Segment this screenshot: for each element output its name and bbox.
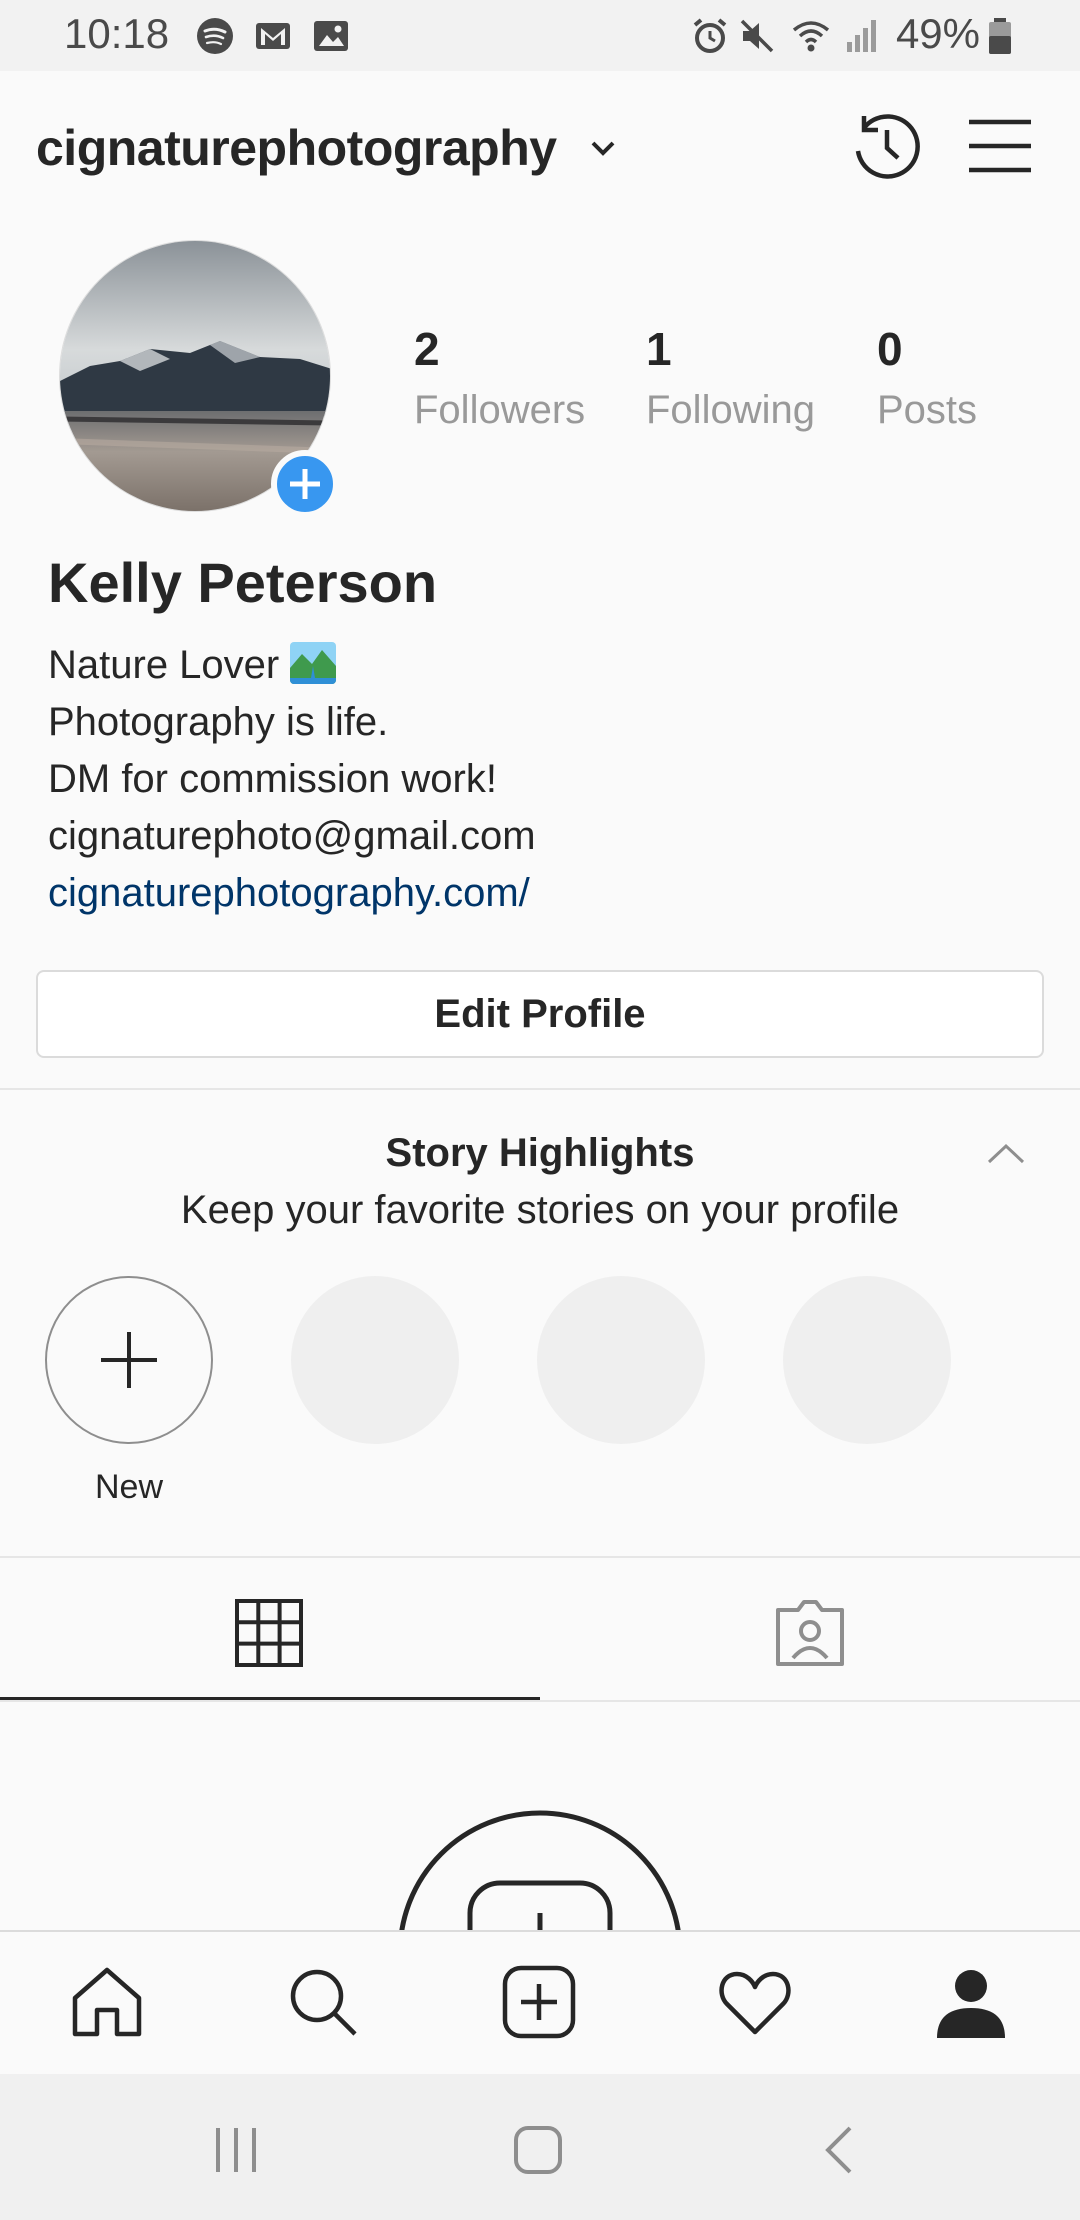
following-stat[interactable]: 1 Following bbox=[646, 322, 815, 433]
spotify-icon bbox=[197, 18, 233, 54]
new-highlight-button[interactable] bbox=[45, 1276, 213, 1444]
edit-profile-button[interactable]: Edit Profile bbox=[36, 970, 1044, 1058]
account-username[interactable]: cignaturephotography bbox=[36, 119, 557, 177]
tab-tagged[interactable] bbox=[540, 1558, 1080, 1700]
chevron-up-icon[interactable] bbox=[985, 1138, 1027, 1168]
highlights-subtitle: Keep your favorite stories on your profi… bbox=[180, 1188, 900, 1232]
add-post-icon[interactable] bbox=[499, 1962, 579, 2042]
followers-count: 2 bbox=[414, 323, 440, 375]
highlight-placeholder bbox=[537, 1276, 705, 1444]
recent-apps-icon[interactable] bbox=[206, 2120, 266, 2180]
battery-percent: 49% bbox=[895, 10, 980, 57]
bio-line-1-text: Nature Lover bbox=[48, 643, 280, 687]
wifi-icon bbox=[792, 21, 830, 52]
archive-history-icon[interactable] bbox=[846, 106, 926, 186]
following-count: 1 bbox=[646, 323, 672, 375]
gmail-icon bbox=[256, 23, 290, 49]
bio: Nature Lover Photography is life. DM for… bbox=[48, 637, 536, 922]
back-icon[interactable] bbox=[810, 2120, 870, 2180]
alarm-icon bbox=[693, 18, 727, 53]
highlights-title: Story Highlights bbox=[385, 1131, 695, 1175]
tagged-person-icon bbox=[776, 1600, 844, 1666]
chevron-down-icon[interactable] bbox=[588, 133, 618, 163]
battery-icon bbox=[989, 18, 1011, 54]
gallery-icon bbox=[314, 21, 348, 51]
activity-heart-icon[interactable] bbox=[715, 1962, 795, 2042]
posts-stat[interactable]: 0 Posts bbox=[877, 322, 977, 433]
profile-header: cignaturephotography bbox=[0, 71, 1080, 219]
signal-icon bbox=[847, 20, 876, 52]
followers-label: Followers bbox=[414, 388, 586, 432]
grid-icon bbox=[235, 1599, 303, 1667]
bio-line-1: Nature Lover bbox=[48, 637, 536, 694]
status-bar: 10:18 49% bbox=[0, 0, 1080, 71]
mute-icon bbox=[740, 19, 774, 53]
home-button-icon[interactable] bbox=[508, 2120, 568, 2180]
posts-label: Posts bbox=[877, 388, 978, 432]
full-name: Kelly Peterson bbox=[48, 551, 438, 614]
bio-line-3: DM for commission work! bbox=[48, 757, 497, 801]
bio-line-2: Photography is life. bbox=[48, 700, 389, 744]
bottom-navigation bbox=[0, 1930, 1080, 2074]
status-time: 10:18 bbox=[64, 10, 170, 57]
add-story-button[interactable] bbox=[271, 450, 339, 518]
system-navigation-bar bbox=[0, 2074, 1080, 2220]
website-link[interactable]: cignaturephotography.com/ bbox=[48, 865, 536, 922]
highlight-placeholder bbox=[783, 1276, 951, 1444]
section-divider bbox=[0, 1700, 1080, 1702]
profile-icon[interactable] bbox=[931, 1962, 1011, 2042]
tab-grid[interactable] bbox=[0, 1558, 540, 1700]
search-icon[interactable] bbox=[283, 1962, 363, 2042]
home-icon[interactable] bbox=[67, 1962, 147, 2042]
highlight-placeholder bbox=[291, 1276, 459, 1444]
national-park-emoji-icon bbox=[290, 642, 337, 684]
new-highlight-label: New bbox=[94, 1468, 164, 1506]
followers-stat[interactable]: 2 Followers bbox=[414, 322, 585, 433]
following-label: Following bbox=[646, 388, 815, 432]
bio-email[interactable]: cignaturephoto@gmail.com bbox=[48, 808, 536, 865]
section-divider bbox=[0, 1088, 1080, 1090]
posts-count: 0 bbox=[877, 323, 903, 375]
menu-icon[interactable] bbox=[960, 106, 1040, 186]
